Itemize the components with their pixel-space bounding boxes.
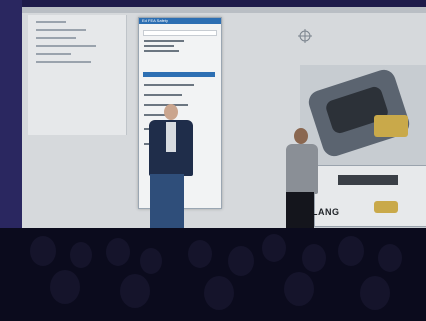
dialog-field [143, 30, 217, 36]
presenter-left-shirt [166, 122, 176, 152]
audience-head [50, 270, 80, 304]
stage-frame-top [0, 0, 426, 7]
tree-line [36, 37, 76, 39]
presenter-right-head [294, 128, 308, 144]
cad-machine-rail [338, 175, 398, 185]
audience-head [70, 242, 92, 268]
dialog-text [144, 84, 194, 86]
audience-head [338, 236, 364, 266]
dialog-text [144, 40, 184, 42]
cad-feature-tree [28, 15, 127, 135]
dialog-text [144, 50, 179, 52]
audience-head [188, 240, 212, 268]
presenter-right-sweater [286, 144, 318, 194]
tree-line [36, 61, 91, 63]
dialog-text [144, 45, 174, 47]
cad-app-toolbar [22, 7, 426, 13]
keynote-stage-photo: Ed FEA Safety LANG [0, 0, 426, 321]
tree-line [36, 53, 71, 55]
tree-line [36, 45, 96, 47]
presenter-left-head [164, 104, 178, 120]
cad-yellow-part [374, 201, 398, 213]
audience-head [204, 276, 234, 310]
audience-head [378, 244, 402, 272]
dialog-text [144, 94, 182, 96]
audience-head [284, 272, 314, 306]
audience-head [360, 276, 390, 310]
audience-head [302, 244, 326, 272]
dialog-primary-button [143, 72, 215, 77]
audience-head [140, 248, 162, 274]
audience-head [228, 246, 254, 276]
cad-yellow-pin [374, 115, 408, 137]
audience-head [120, 274, 150, 308]
audience-head [30, 236, 56, 266]
viewport-crosshair-icon [298, 29, 312, 43]
tree-line [36, 29, 86, 31]
audience-head [106, 238, 130, 266]
audience-head [262, 234, 286, 262]
dialog-title: Ed FEA Safety [139, 18, 221, 24]
projected-screen: Ed FEA Safety LANG [22, 7, 426, 242]
machine-brand-label: LANG [312, 207, 340, 217]
tree-line [36, 21, 66, 23]
